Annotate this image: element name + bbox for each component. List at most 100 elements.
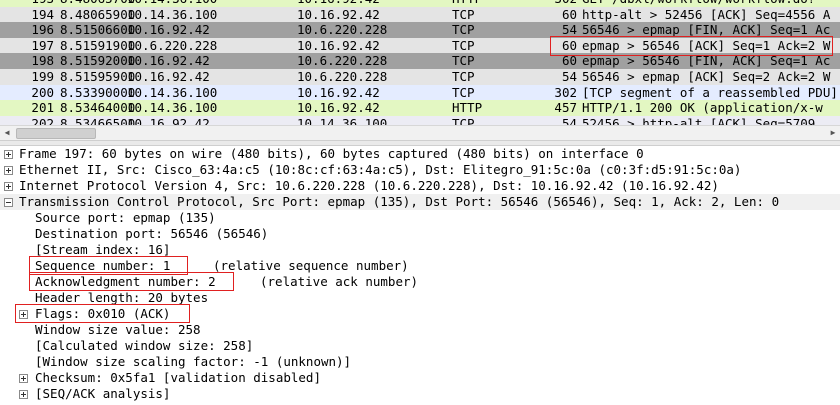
- packet-row[interactable]: 197 8.51591900 10.6.220.228 10.16.92.42 TCP 6…: [0, 37, 840, 54]
- tree-item-sequence-number[interactable]: Sequence number: 1 (relative sequence nu…: [0, 258, 840, 274]
- packet-row[interactable]: 196 8.51506600 10.16.92.42 10.6.220.228 TCP 5…: [0, 22, 840, 39]
- packet-info: HTTP/1.1 200 OK (application/x-w: [582, 100, 823, 116]
- packet-number: 200: [31, 84, 54, 100]
- tree-item-label: [SEQ/ACK analysis]: [35, 386, 171, 401]
- packet-info: epmap > 56546 [ACK] Seq=1 Ack=2 W: [582, 37, 831, 53]
- packet-row[interactable]: 198 8.51592000 10.16.92.42 10.6.220.228 TCP 6…: [0, 53, 840, 70]
- scroll-right-arrow-icon[interactable]: ▶: [826, 126, 840, 140]
- expand-plus-icon[interactable]: [19, 310, 28, 319]
- expand-plus-icon[interactable]: [4, 182, 13, 191]
- packet-info: epmap > 56546 [FIN, ACK] Seq=1 Ac: [582, 53, 831, 69]
- packet-length: 60: [561, 53, 577, 69]
- expand-plus-icon[interactable]: [19, 390, 28, 399]
- packet-destination: 10.16.92.42: [297, 100, 380, 116]
- packet-protocol: TCP: [452, 53, 475, 69]
- tree-item-label: Destination port: 56546 (56546): [35, 226, 269, 241]
- tree-item-ip[interactable]: Internet Protocol Version 4, Src: 10.6.2…: [0, 178, 840, 194]
- packet-source: 10.16.92.42: [127, 69, 210, 84]
- packet-info: 56546 > epmap [ACK] Seq=2 Ack=2 W: [582, 69, 831, 84]
- packet-length: 302: [554, 84, 577, 100]
- packet-length: 60: [561, 6, 577, 22]
- packet-row[interactable]: 202 8.53466500 10.16.92.42 10.14.36.100 TCP 5…: [0, 115, 840, 125]
- tree-item-window-scaling[interactable]: [Window size scaling factor: -1 (unknown…: [0, 354, 840, 370]
- packet-time: 8.51595900: [60, 69, 136, 84]
- tree-item-label: [Stream index: 16]: [35, 242, 171, 257]
- packet-protocol: TCP: [452, 22, 475, 38]
- packet-source: 10.16.92.42: [127, 22, 210, 38]
- packet-time: 8.51592000: [60, 53, 136, 69]
- packet-time: 8.51506600: [60, 22, 136, 38]
- tree-item-label: Acknowledgment number: 2: [35, 274, 216, 289]
- tree-item-source-port[interactable]: Source port: epmap (135): [0, 210, 840, 226]
- packet-row[interactable]: 200 8.53390000 10.14.36.100 10.16.92.42 TCP 3…: [0, 84, 840, 101]
- scrollbar-thumb[interactable]: [16, 128, 96, 139]
- tree-item-ack-number[interactable]: Acknowledgment number: 2 (relative ack n…: [0, 274, 840, 290]
- packet-protocol: TCP: [452, 6, 475, 22]
- expand-plus-icon[interactable]: [4, 150, 13, 159]
- packet-number: 199: [31, 69, 54, 84]
- packet-details-tree[interactable]: Frame 197: 60 bytes on wire (480 bits), …: [0, 146, 840, 405]
- relative-ack-note: (relative ack number): [260, 274, 419, 289]
- tree-item-header-length[interactable]: Header length: 20 bytes: [0, 290, 840, 306]
- packet-length: 457: [554, 100, 577, 116]
- tree-item-label: Flags: 0x010 (ACK): [35, 306, 171, 321]
- packet-number: 201: [31, 100, 54, 116]
- packet-row[interactable]: 199 8.51595900 10.16.92.42 10.6.220.228 TCP 5…: [0, 69, 840, 85]
- tree-item-seq-ack-analysis[interactable]: [SEQ/ACK analysis]: [0, 386, 840, 402]
- packet-destination: 10.6.220.228: [297, 53, 388, 69]
- packet-info: 52456 > http-alt [ACK] Seq=5709: [582, 115, 816, 125]
- packet-source: 10.14.36.100: [127, 100, 218, 116]
- expand-plus-icon[interactable]: [19, 374, 28, 383]
- tree-item-label: [Window size scaling factor: -1 (unknown…: [35, 354, 352, 369]
- packet-source: 10.14.36.100: [127, 84, 218, 100]
- packet-length: 54: [561, 22, 577, 38]
- relative-sequence-note: (relative sequence number): [213, 258, 409, 273]
- collapse-minus-icon[interactable]: [4, 198, 13, 207]
- packet-destination: 10.14.36.100: [297, 115, 388, 125]
- packet-protocol: HTTP: [452, 100, 483, 116]
- packet-number: 202: [31, 115, 54, 125]
- packet-time: 8.53464000: [60, 100, 136, 116]
- tree-item-calculated-window[interactable]: [Calculated window size: 258]: [0, 338, 840, 354]
- tree-item-label: Internet Protocol Version 4, Src: 10.6.2…: [19, 178, 719, 193]
- packet-length: 54: [561, 69, 577, 84]
- tree-item-stream-index[interactable]: [Stream index: 16]: [0, 242, 840, 258]
- tree-item-frame[interactable]: Frame 197: 60 bytes on wire (480 bits), …: [0, 146, 840, 162]
- tree-item-window-size[interactable]: Window size value: 258: [0, 322, 840, 338]
- packet-time: 8.48065900: [60, 6, 136, 22]
- packet-destination: 10.6.220.228: [297, 22, 388, 38]
- tree-item-label: Frame 197: 60 bytes on wire (480 bits), …: [19, 146, 644, 161]
- tree-item-flags[interactable]: Flags: 0x010 (ACK): [0, 306, 840, 322]
- packet-time: 8.53390000: [60, 84, 136, 100]
- tree-item-label: Checksum: 0x5fa1 [validation disabled]: [35, 370, 321, 385]
- packet-length: 60: [561, 37, 577, 53]
- packet-destination: 10.16.92.42: [297, 6, 380, 22]
- packet-destination: 10.16.92.42: [297, 37, 380, 53]
- tree-item-checksum[interactable]: Checksum: 0x5fa1 [validation disabled]: [0, 370, 840, 386]
- packet-row[interactable]: 194 8.48065900 10.14.36.100 10.16.92.42 TCP 6…: [0, 6, 840, 23]
- horizontal-scrollbar[interactable]: ◀ ▶: [0, 125, 840, 140]
- tree-item-tcp[interactable]: Transmission Control Protocol, Src Port:…: [0, 194, 840, 210]
- packet-list[interactable]: 1938.4806570010.14.36.10010.16.92.42HTTP…: [0, 0, 840, 125]
- tree-item-label: Sequence number: 1: [35, 258, 171, 273]
- packet-row[interactable]: 201 8.53464000 10.14.36.100 10.16.92.42 HTTP…: [0, 100, 840, 117]
- packet-destination: 10.16.92.42: [297, 84, 380, 100]
- packet-number: 198: [31, 53, 54, 69]
- tree-item-label: Header length: 20 bytes: [35, 290, 209, 305]
- packet-protocol: TCP: [452, 69, 475, 84]
- packet-source: 10.14.36.100: [127, 6, 218, 22]
- tree-item-label: Source port: epmap (135): [35, 210, 216, 225]
- tree-item-label: Window size value: 258: [35, 322, 201, 337]
- packet-source: 10.16.92.42: [127, 115, 210, 125]
- tree-item-ethernet[interactable]: Ethernet II, Src: Cisco_63:4a:c5 (10:8c:…: [0, 162, 840, 178]
- tree-item-label: Transmission Control Protocol, Src Port:…: [19, 194, 780, 209]
- packet-info: http-alt > 52456 [ACK] Seq=4556 A: [582, 6, 831, 22]
- tree-item-destination-port[interactable]: Destination port: 56546 (56546): [0, 226, 840, 242]
- scroll-left-arrow-icon[interactable]: ◀: [0, 126, 14, 140]
- packet-number: 197: [31, 37, 54, 53]
- packet-source: 10.16.92.42: [127, 53, 210, 69]
- expand-plus-icon[interactable]: [4, 166, 13, 175]
- packet-number: 196: [31, 22, 54, 38]
- packet-protocol: TCP: [452, 37, 475, 53]
- packet-protocol: TCP: [452, 115, 475, 125]
